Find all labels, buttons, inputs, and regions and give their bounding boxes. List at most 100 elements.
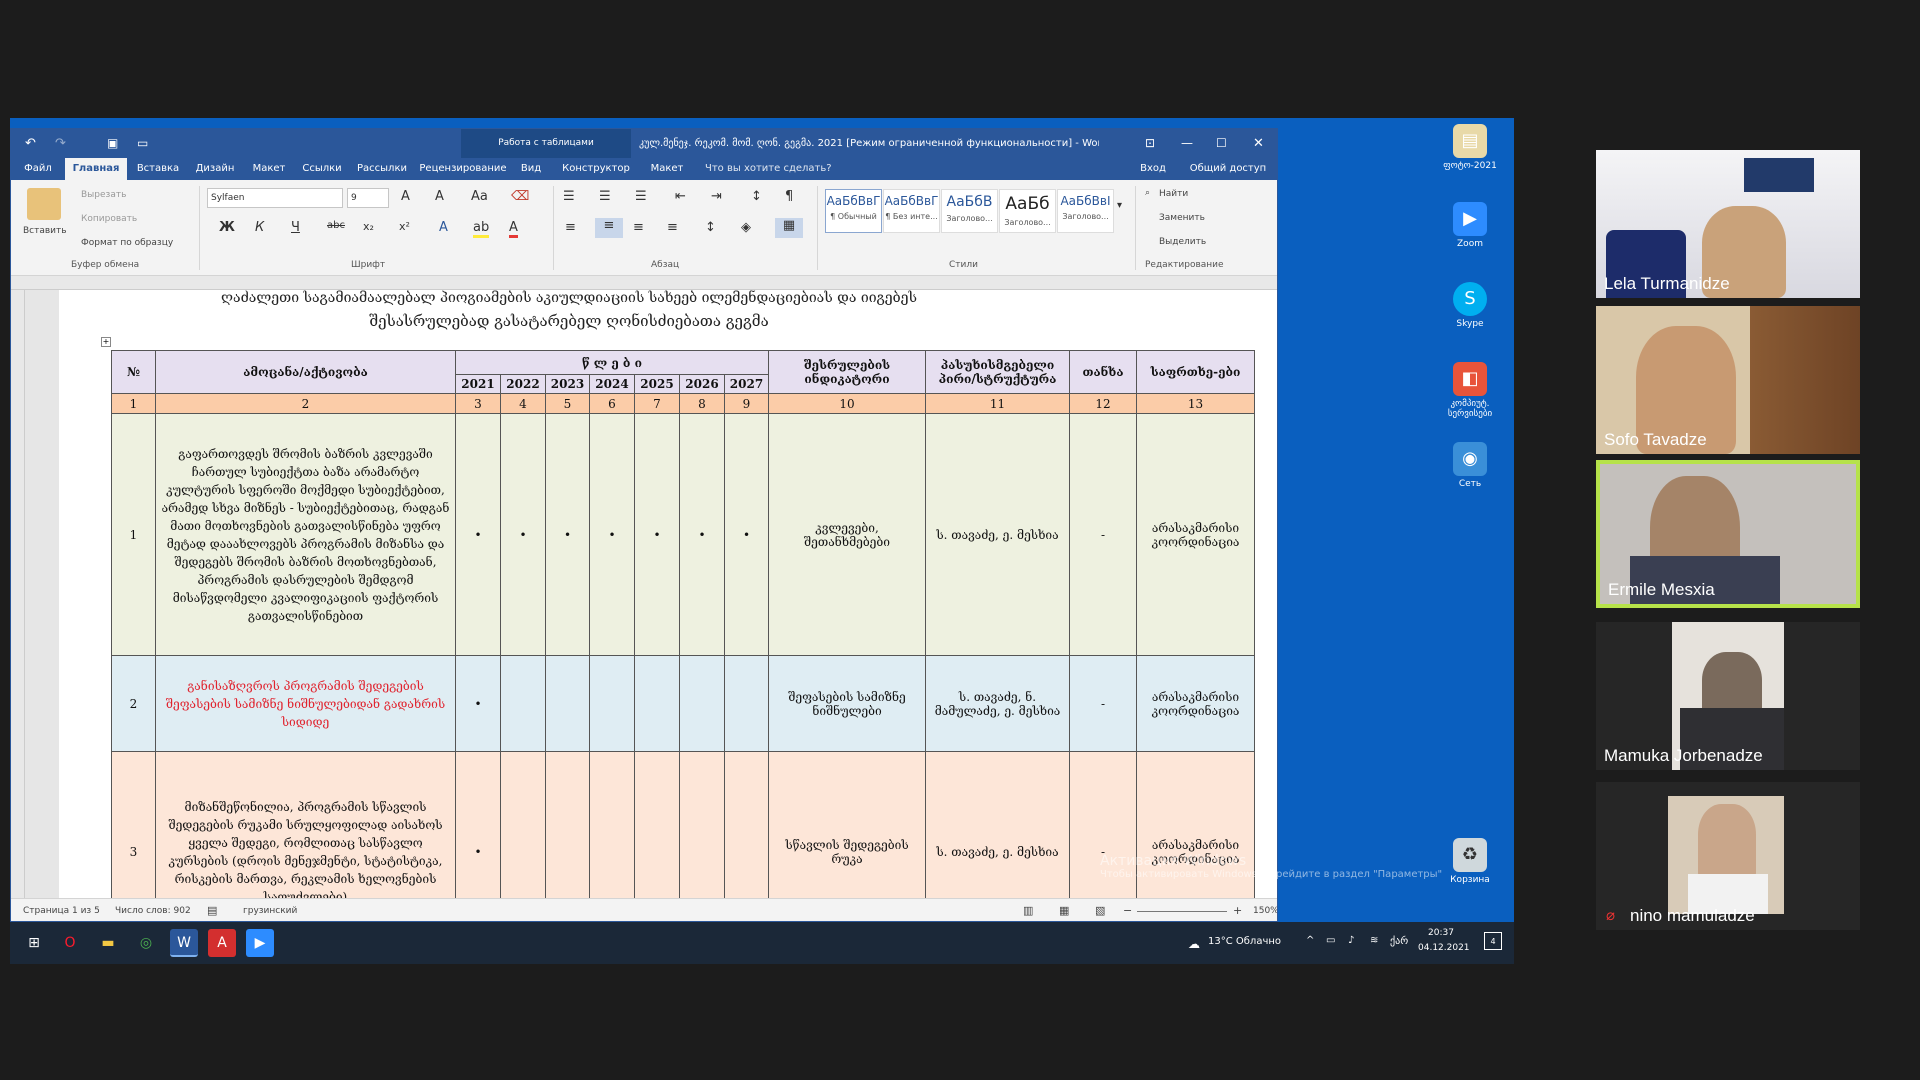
redo-icon[interactable]: ↷	[55, 129, 66, 158]
tab-home[interactable]: Главная	[65, 158, 127, 180]
indicator-cell[interactable]: კვლევები, შეთანხმებები	[768, 413, 926, 656]
weather[interactable]: 13°C Облачно	[1208, 936, 1281, 947]
cut-button[interactable]: Вырезать	[81, 190, 126, 200]
participant-tile[interactable]: Lela Turmanidze	[1596, 150, 1860, 298]
responsible-cell[interactable]: ს. თავაძე, ე. მესხია	[925, 751, 1070, 898]
responsible-cell[interactable]: ს. თავაძე, ნ. მამულაძე, ე. მესხია	[925, 655, 1070, 752]
change-case-icon[interactable]: Aa	[471, 189, 488, 204]
document-area[interactable]: ღაძალეთი საგამიამაალებალ პიოგიამების აკი…	[25, 290, 1277, 898]
minimize-icon[interactable]: —	[1181, 129, 1193, 158]
file-explorer-icon[interactable]: ▬	[94, 929, 122, 957]
close-icon[interactable]: ✕	[1253, 129, 1264, 158]
task-cell[interactable]: გაფართოვდეს შრომის ბაზრის კვლევაში ჩართუ…	[155, 413, 456, 656]
desktop-icon-services[interactable]: ◧ კომპიუტ. სერვისები	[1440, 362, 1500, 419]
tab-table-design[interactable]: Конструктор	[551, 158, 641, 180]
clock-date[interactable]: 04.12.2021	[1418, 943, 1470, 953]
shading-icon[interactable]: ◈	[741, 220, 751, 235]
zoom-taskbar-icon[interactable]: ▶	[246, 929, 274, 957]
indicator-cell[interactable]: შეფასების სამიზნე ნიშნულები	[768, 655, 926, 752]
vertical-ruler[interactable]	[11, 290, 25, 898]
line-spacing-icon[interactable]: ↕	[705, 220, 716, 235]
tray-overflow-icon[interactable]: ^	[1306, 935, 1314, 946]
word-count[interactable]: Число слов: 902	[115, 906, 191, 916]
chrome-icon[interactable]: ◎	[132, 929, 160, 957]
risk-cell[interactable]: არასაკმარისი კოორდინაცია	[1136, 413, 1255, 656]
numbering-icon[interactable]: ☰	[599, 189, 611, 204]
align-left-icon[interactable]: ≡	[565, 220, 576, 235]
paste-button[interactable]: Вставить	[23, 226, 67, 236]
save-icon[interactable]: ▣	[107, 129, 118, 158]
task-cell[interactable]: მიზანშეწონილია, პროგრამის სწავლის შედეგე…	[155, 751, 456, 898]
page-count[interactable]: Страница 1 из 5	[23, 906, 100, 916]
web-layout-icon[interactable]: ▧	[1095, 904, 1105, 917]
participant-tile-active-speaker[interactable]: Ermile Mesxia	[1596, 460, 1860, 608]
select-button[interactable]: Выделить	[1159, 237, 1206, 247]
multilevel-list-icon[interactable]: ☰	[635, 189, 647, 204]
tell-me-search[interactable]: Что вы хотите сделать?	[705, 158, 885, 180]
highlight-icon[interactable]: ab	[473, 220, 490, 238]
table-move-handle-icon[interactable]: +	[101, 337, 111, 347]
folder-icon[interactable]: ▭	[137, 129, 148, 158]
participant-tile[interactable]: Mamuka Jorbenadze	[1596, 622, 1860, 770]
share-button[interactable]: Общий доступ	[1181, 158, 1275, 180]
desktop-icon-recycle-bin[interactable]: ♻ Корзина	[1440, 838, 1500, 885]
tab-file[interactable]: Файл	[11, 158, 65, 180]
desktop-icon-network[interactable]: ◉ Сеть	[1440, 442, 1500, 489]
read-mode-icon[interactable]: ▥	[1023, 904, 1033, 917]
clear-format-icon[interactable]: ⌫	[511, 189, 529, 204]
desktop-icon-photos[interactable]: ▤ ფოტო-2021	[1440, 124, 1500, 171]
tab-review[interactable]: Рецензирование	[415, 158, 511, 180]
bullets-icon[interactable]: ☰	[563, 189, 575, 204]
budget-cell[interactable]: -	[1069, 655, 1137, 752]
subscript-icon[interactable]: x₂	[363, 220, 374, 233]
acrobat-icon[interactable]: A	[208, 929, 236, 957]
strikethrough-icon[interactable]: abc	[327, 220, 345, 231]
sort-icon[interactable]: ↕	[751, 189, 762, 204]
increase-indent-icon[interactable]: ⇥	[711, 189, 722, 204]
responsible-cell[interactable]: ს. თავაძე, ე. მესხია	[925, 413, 1070, 656]
clock-time[interactable]: 20:37	[1428, 928, 1454, 938]
style-heading-1[interactable]: АаБбВ Заголово...	[941, 189, 998, 233]
tab-design[interactable]: Дизайн	[189, 158, 241, 180]
participant-tile[interactable]: ⌀ nino mamuladze	[1596, 782, 1860, 930]
superscript-icon[interactable]: x²	[399, 220, 410, 233]
zoom-in-icon[interactable]: +	[1233, 904, 1242, 917]
volume-icon[interactable]: ♪	[1348, 935, 1354, 946]
underline-icon[interactable]: Ч	[291, 220, 300, 235]
print-layout-icon[interactable]: ▦	[1059, 904, 1069, 917]
font-name-box[interactable]: Sylfaen	[207, 188, 343, 208]
word-taskbar-icon[interactable]: W	[170, 929, 198, 957]
keyboard-language[interactable]: ქარ	[1390, 936, 1408, 947]
style-heading-2[interactable]: АаБб Заголово...	[999, 189, 1056, 233]
wifi-icon[interactable]: ≋	[1370, 935, 1378, 946]
justify-icon[interactable]: ≡	[667, 220, 678, 235]
ribbon-display-icon[interactable]: ⊡	[1145, 129, 1155, 158]
font-size-box[interactable]: 9	[347, 188, 389, 208]
format-painter-button[interactable]: Формат по образцу	[81, 238, 173, 248]
tab-layout[interactable]: Макет	[245, 158, 293, 180]
align-center-icon[interactable]: ≡	[595, 218, 623, 238]
styles-more-icon[interactable]: ▾	[1117, 200, 1122, 211]
opera-icon[interactable]: O	[56, 929, 84, 957]
copy-button[interactable]: Копировать	[81, 214, 137, 224]
text-effects-icon[interactable]: A	[439, 220, 448, 235]
zoom-level[interactable]: 150%	[1253, 906, 1277, 916]
decrease-indent-icon[interactable]: ⇤	[675, 189, 686, 204]
style-heading-3[interactable]: АаБбВвІ Заголово...	[1057, 189, 1114, 233]
participant-tile[interactable]: Sofo Tavadze	[1596, 306, 1860, 454]
italic-icon[interactable]: К	[255, 220, 264, 235]
risk-cell[interactable]: არასაკმარისი კოორდინაცია	[1136, 655, 1255, 752]
style-normal[interactable]: АаБбВвГ ¶ Обычный	[825, 189, 882, 233]
tab-mailings[interactable]: Рассылки	[351, 158, 413, 180]
tab-table-layout[interactable]: Макет	[643, 158, 691, 180]
tab-references[interactable]: Ссылки	[297, 158, 347, 180]
language-indicator[interactable]: грузинский	[243, 906, 297, 916]
shrink-font-icon[interactable]: A	[435, 189, 444, 204]
proofing-icon[interactable]: ▤	[207, 904, 217, 917]
task-cell[interactable]: განისაზღვროს პროგრამის შედეგების შეფასებ…	[155, 655, 456, 752]
bold-icon[interactable]: Ж	[219, 220, 235, 235]
pilcrow-icon[interactable]: ¶	[785, 189, 793, 204]
horizontal-ruler[interactable]	[11, 276, 1277, 290]
budget-cell[interactable]: -	[1069, 413, 1137, 656]
borders-icon[interactable]: ▦	[775, 218, 803, 238]
